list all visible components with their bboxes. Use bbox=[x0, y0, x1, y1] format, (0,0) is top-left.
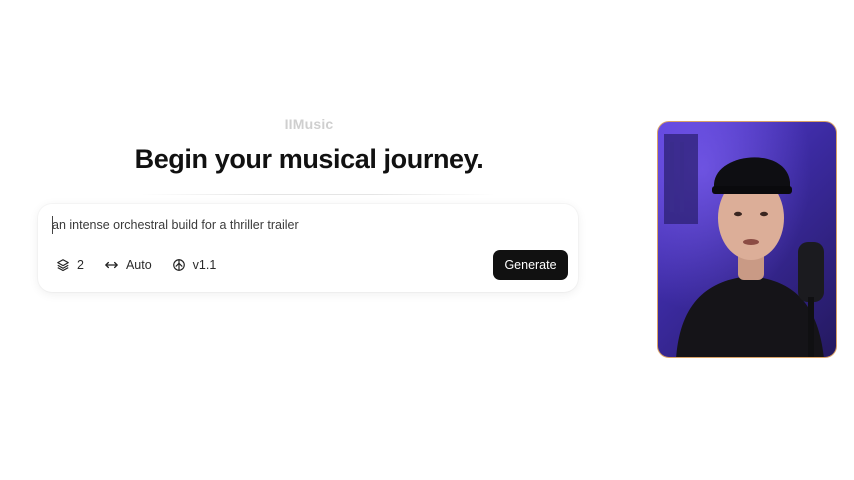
page-title: Begin your musical journey. bbox=[134, 144, 484, 174]
text-caret bbox=[52, 216, 53, 234]
webcam-video-overlay bbox=[657, 121, 837, 358]
prompt-input[interactable] bbox=[52, 216, 552, 234]
layers-icon bbox=[57, 259, 69, 272]
variations-count-label: 2 bbox=[77, 258, 84, 272]
model-version-label: v1.1 bbox=[192, 258, 217, 272]
generate-button[interactable]: Generate bbox=[493, 250, 568, 280]
duration-label: Auto bbox=[125, 258, 152, 272]
variations-count-button[interactable]: 2 bbox=[56, 258, 84, 272]
duration-button[interactable]: Auto bbox=[104, 258, 152, 272]
presenter-video-frame bbox=[658, 122, 836, 357]
generation-options: 2 Auto v1.1 bbox=[56, 256, 236, 274]
brand-logo: IIMusic bbox=[284, 116, 334, 132]
horizontal-arrows-icon bbox=[105, 261, 118, 269]
model-version-icon bbox=[172, 259, 185, 271]
divider bbox=[140, 194, 496, 195]
model-version-button[interactable]: v1.1 bbox=[172, 258, 217, 272]
prompt-card: 2 Auto v1.1 Generate bbox=[38, 204, 578, 292]
